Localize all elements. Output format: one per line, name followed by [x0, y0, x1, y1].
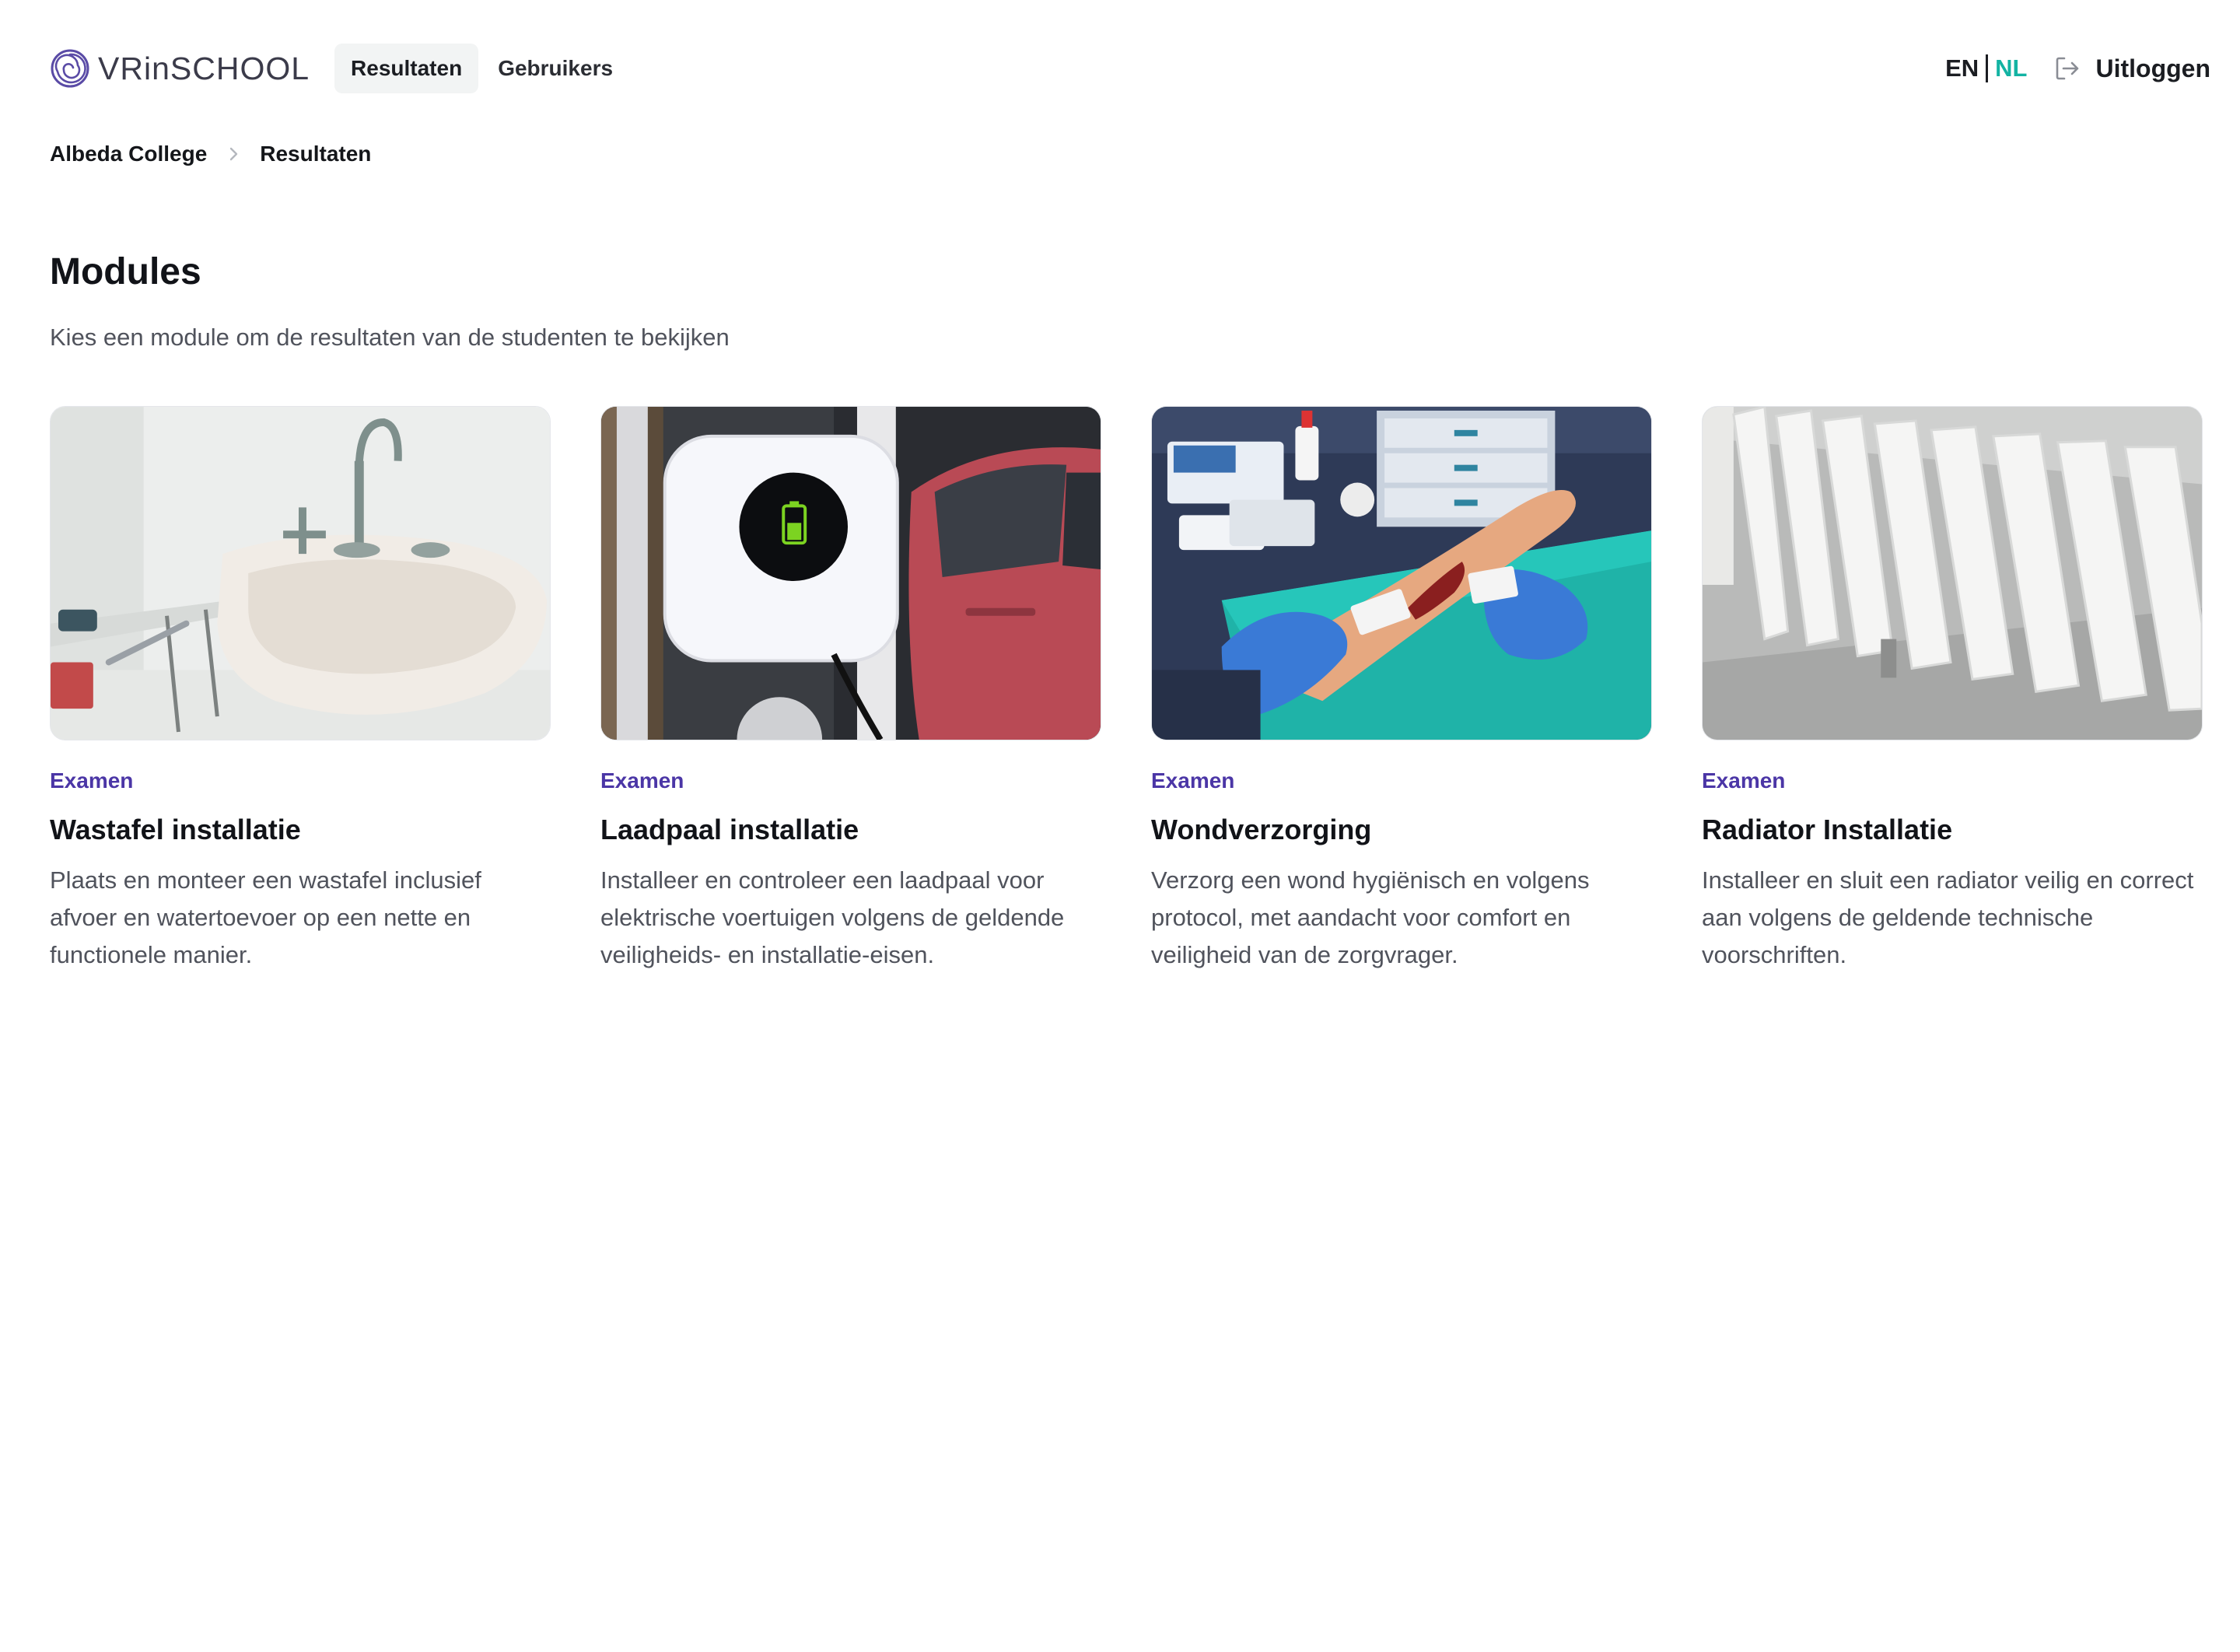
radiator-illustration: [1703, 407, 2202, 740]
sink-illustration: [51, 407, 550, 740]
page: VRinSCHOOL Resultaten Gebruikers EN NL U…: [0, 0, 2240, 1652]
logo-wordmark-prefix: VRin: [98, 50, 170, 86]
charging-station-illustration: [601, 407, 1101, 740]
breadcrumb-item-current: Resultaten: [260, 142, 372, 166]
module-thumbnail-wondverzorging[interactable]: [1151, 406, 1652, 740]
breadcrumb: Albeda College Resultaten: [50, 137, 371, 171]
nav-tab-gebruikers[interactable]: Gebruikers: [481, 44, 629, 93]
logo-wordmark: VRinSCHOOL: [98, 51, 310, 87]
language-switcher: EN NL: [1945, 54, 2027, 82]
breadcrumb-item-school[interactable]: Albeda College: [50, 142, 207, 166]
module-card-radiator[interactable]: Examen Radiator Installatie Installeer e…: [1702, 406, 2203, 974]
module-description: Installeer en sluit een radiator veilig …: [1702, 866, 2194, 968]
module-description: Installeer en controleer een laadpaal vo…: [600, 866, 1065, 968]
nav-tab-resultaten[interactable]: Resultaten: [334, 44, 479, 93]
module-description: Verzorg een wond hygiënisch en volgens p…: [1151, 866, 1590, 968]
module-tag: Examen: [50, 768, 134, 793]
logo-wordmark-suffix: SCHOOL: [170, 50, 310, 86]
logout-arrow-icon: [2056, 57, 2079, 80]
module-card-laadpaal[interactable]: Examen Laadpaal installatie Installeer e…: [600, 406, 1101, 974]
module-description: Plaats en monteer een wastafel inclusief…: [50, 866, 481, 968]
module-tag: Examen: [1151, 768, 1235, 793]
wound-care-illustration: [1152, 407, 1651, 740]
language-nl-button[interactable]: NL: [1995, 54, 2027, 82]
top-bar: VRinSCHOOL Resultaten Gebruikers EN NL U…: [50, 44, 2210, 93]
module-thumbnail-wastafel[interactable]: [50, 406, 551, 740]
spiral-logo-icon: [51, 49, 89, 88]
module-card-wastafel[interactable]: Examen Wastafel installatie Plaats en mo…: [50, 406, 551, 974]
module-card-wondverzorging[interactable]: Examen Wondverzorging Verzorg een wond h…: [1151, 406, 1652, 974]
module-title: Wastafel installatie: [50, 814, 301, 845]
module-title: Wondverzorging: [1151, 814, 1372, 845]
chevron-right-icon: [230, 147, 238, 161]
page-title: Modules: [50, 251, 201, 292]
module-thumbnail-laadpaal[interactable]: [600, 406, 1101, 740]
module-card-grid: Examen Wastafel installatie Plaats en mo…: [50, 406, 2203, 974]
page-subtitle: Kies een module om de resultaten van de …: [50, 324, 730, 351]
module-thumbnail-radiator[interactable]: [1702, 406, 2203, 740]
language-en-button[interactable]: EN: [1945, 54, 1979, 82]
module-title: Laadpaal installatie: [600, 814, 859, 845]
language-divider: [1986, 54, 1989, 82]
module-tag: Examen: [600, 768, 684, 793]
top-bar-left: VRinSCHOOL Resultaten Gebruikers: [50, 44, 632, 93]
module-title: Radiator Installatie: [1702, 814, 1953, 845]
logout-button[interactable]: Uitloggen: [2053, 54, 2210, 83]
vrinschool-logo[interactable]: VRinSCHOOL: [50, 44, 310, 93]
module-tag: Examen: [1702, 768, 1786, 793]
top-bar-right: EN NL Uitloggen: [1945, 44, 2210, 93]
logout-label: Uitloggen: [2095, 54, 2210, 82]
